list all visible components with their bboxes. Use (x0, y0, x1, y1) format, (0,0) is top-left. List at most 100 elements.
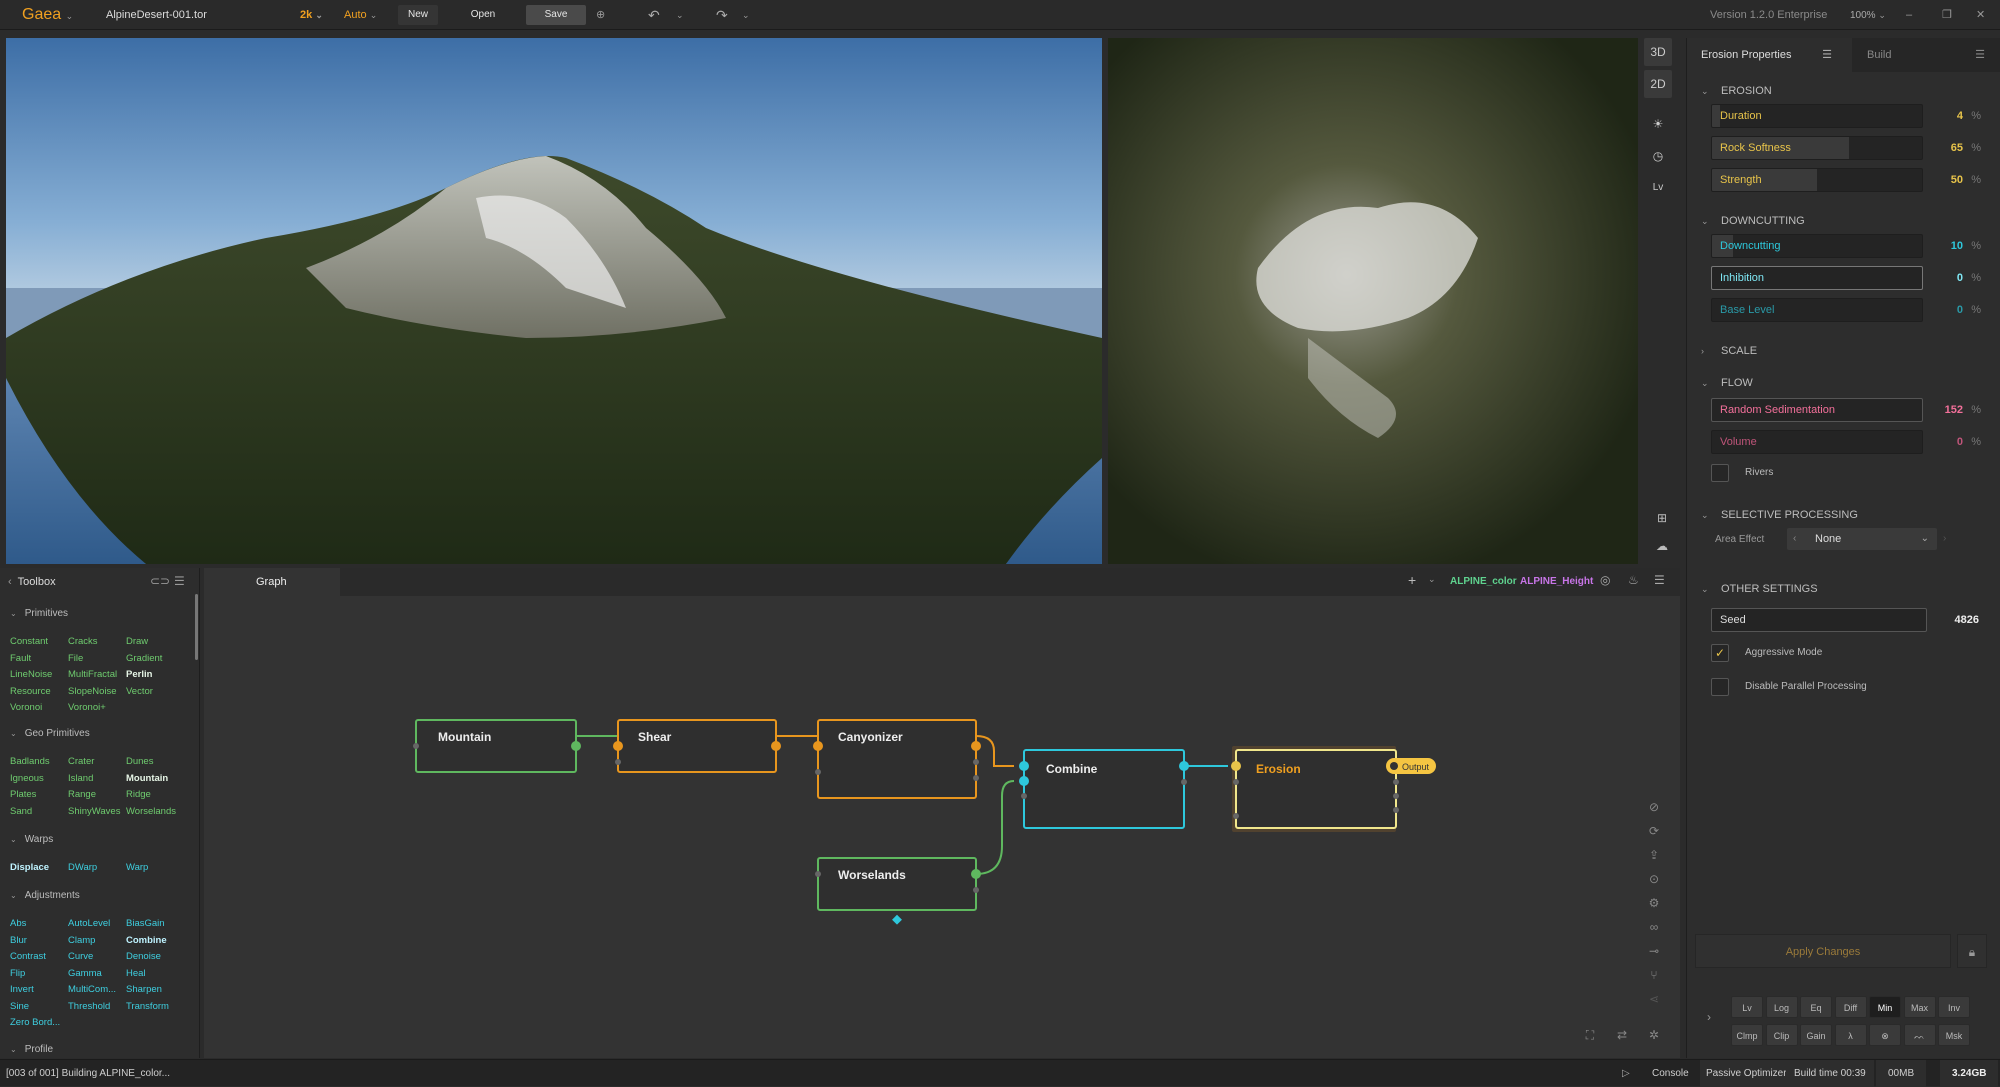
sync-icon[interactable]: ⇄ (1612, 1028, 1632, 1042)
toolbox-item-denoise[interactable]: Denoise (126, 951, 161, 962)
toolbox-item-threshold[interactable]: Threshold (68, 1001, 110, 1012)
toolbox-item-curve[interactable]: Curve (68, 951, 93, 962)
lock-icon[interactable]: 🔒︎ (1957, 934, 1987, 968)
toolbox-item-transform[interactable]: Transform (126, 1001, 169, 1012)
display-mode-icon[interactable]: ⊗ (1869, 1024, 1901, 1046)
toolbox-header[interactable]: ‹ Toolbox (8, 576, 56, 588)
viewport-2d[interactable] (1108, 38, 1638, 564)
display-clmp-button[interactable]: Clmp (1731, 1024, 1763, 1046)
menu-icon[interactable]: ☰ (1975, 38, 1985, 72)
param-value[interactable]: 4 (1957, 104, 1963, 128)
node-canyonizer[interactable]: Canyonizer (813, 719, 981, 799)
export-icon[interactable]: ⇪ (1644, 848, 1664, 862)
display-max-button[interactable]: Max (1903, 996, 1936, 1018)
grid-icon[interactable]: ⊞ (1648, 504, 1676, 532)
toolbox-item-igneous[interactable]: Igneous (10, 773, 44, 784)
toolbox-item-crater[interactable]: Crater (68, 756, 94, 767)
save-button[interactable]: Save (526, 5, 586, 25)
category-adjustments[interactable]: ⌄ Adjustments (10, 890, 80, 901)
toolbox-item-blur[interactable]: Blur (10, 935, 27, 946)
toolbox-item-dunes[interactable]: Dunes (126, 756, 153, 767)
tab-graph[interactable]: Graph (204, 568, 340, 596)
param-value[interactable]: 65 (1951, 136, 1963, 160)
redo-history-icon[interactable]: ⌄ (742, 0, 750, 30)
play-icon[interactable]: ▷ (1622, 1060, 1630, 1087)
node-mountain[interactable]: Mountain (413, 719, 581, 773)
output-height-tag[interactable]: ALPINE_Height (1520, 576, 1593, 587)
layout-icon[interactable]: ✲ (1644, 1028, 1664, 1042)
category-geo-primitives[interactable]: ⌄ Geo Primitives (10, 728, 90, 739)
chevron-down-icon[interactable]: ⌄ (1428, 574, 1436, 585)
toolbox-item-shinywaves[interactable]: ShinyWaves (68, 806, 120, 817)
toolbox-item-worselands[interactable]: Worselands (126, 806, 176, 817)
param-value[interactable]: 0 (1957, 266, 1963, 290)
toolbox-item-plates[interactable]: Plates (10, 789, 36, 800)
param-downcutting[interactable]: Downcutting 10% (1711, 234, 1981, 258)
zoom-select[interactable]: 100% ⌄ (1850, 0, 1886, 30)
toolbox-item-sharpen[interactable]: Sharpen (126, 984, 162, 995)
param-value[interactable]: 0 (1957, 298, 1963, 322)
toolbox-item-biasgain[interactable]: BiasGain (126, 918, 165, 929)
toolbox-item-combine[interactable]: Combine (126, 935, 167, 946)
viewport-3d[interactable] (6, 38, 1102, 564)
next-icon[interactable]: › (1943, 528, 1946, 550)
tab-build[interactable]: Build ☰ (1855, 38, 1985, 72)
toolbox-item-vector[interactable]: Vector (126, 686, 153, 697)
undo-icon[interactable]: ↶ (648, 0, 660, 30)
toolbox-item-clamp[interactable]: Clamp (68, 935, 95, 946)
toolbox-item-perlin[interactable]: Perlin (126, 669, 152, 680)
toolbox-item-contrast[interactable]: Contrast (10, 951, 46, 962)
disable-parallel-checkbox[interactable] (1711, 678, 1729, 696)
console-button[interactable]: Console (1652, 1060, 1689, 1087)
param-seed[interactable]: Seed 4826 (1711, 608, 1981, 632)
disable-icon[interactable]: ⊘ (1644, 800, 1664, 814)
toolbox-item-warp[interactable]: Warp (126, 862, 148, 873)
toolbox-item-zero-bord-[interactable]: Zero Bord... (10, 1017, 60, 1028)
toolbox-item-multifractal[interactable]: MultiFractal (68, 669, 117, 680)
area-effect-dropdown[interactable]: ‹ None ⌄ (1787, 528, 1937, 550)
param-rock-softness[interactable]: Rock Softness 65% (1711, 136, 1981, 160)
category-profile[interactable]: ⌄ Profile (10, 1044, 53, 1055)
toolbox-item-sine[interactable]: Sine (10, 1001, 29, 1012)
passive-optimizer-button[interactable]: Passive Optimizer (1700, 1060, 1793, 1087)
display-mode-icon[interactable]: ᨓ (1903, 1024, 1936, 1046)
tab-erosion-properties[interactable]: Erosion Properties ☰ (1687, 38, 1852, 72)
display-min-button[interactable]: Min (1869, 996, 1901, 1018)
chevron-right-icon[interactable]: › (1707, 1010, 1711, 1024)
param-base-level[interactable]: Base Level 0% (1711, 298, 1981, 322)
section-scale[interactable]: › SCALE (1687, 338, 2000, 364)
apply-changes-button[interactable]: Apply Changes (1695, 934, 1951, 968)
display-eq-button[interactable]: Eq (1800, 996, 1832, 1018)
rivers-checkbox[interactable] (1711, 464, 1729, 482)
display-lv-button[interactable]: Lv (1731, 996, 1763, 1018)
param-random-sedimentation[interactable]: Random Sedimentation 152% (1711, 398, 1981, 422)
node-shear[interactable]: Shear (613, 719, 781, 773)
display-diff-button[interactable]: Diff (1834, 996, 1867, 1018)
toolbox-item-resource[interactable]: Resource (10, 686, 51, 697)
cloud-icon[interactable]: ☁ (1648, 532, 1676, 560)
param-value[interactable]: 152 (1945, 398, 1963, 422)
toolbox-item-invert[interactable]: Invert (10, 984, 34, 995)
section-erosion[interactable]: ⌄ EROSION (1687, 78, 2000, 104)
section-other-settings[interactable]: ⌄ OTHER SETTINGS (1687, 576, 2000, 602)
mode-select[interactable]: Auto ⌄ (344, 0, 377, 30)
menu-icon[interactable]: ☰ (1654, 573, 1665, 587)
display-gain-button[interactable]: Gain (1800, 1024, 1832, 1046)
close-icon[interactable]: ✕ (1976, 0, 1985, 30)
toolbox-item-abs[interactable]: Abs (10, 918, 26, 929)
disable-parallel-row[interactable]: Disable Parallel Processing (1711, 676, 1981, 700)
category-primitives[interactable]: ⌄ Primitives (10, 608, 68, 619)
toolbox-item-linenoise[interactable]: LineNoise (10, 669, 52, 680)
toolbox-item-dwarp[interactable]: DWarp (68, 862, 97, 873)
node-erosion[interactable]: Erosion Output (1231, 746, 1436, 832)
display-mode-icon[interactable]: λ (1834, 1024, 1867, 1046)
new-button[interactable]: New (398, 5, 438, 25)
prev-icon[interactable]: ‹ (1793, 528, 1796, 550)
redo-icon[interactable]: ↷ (716, 0, 728, 30)
resolution-select[interactable]: 2k ⌄ (300, 0, 323, 30)
branch-icon[interactable]: ⑂ (1644, 968, 1664, 982)
toolbox-item-ridge[interactable]: Ridge (126, 789, 151, 800)
param-duration[interactable]: Duration 4% (1711, 104, 1981, 128)
toolbox-item-multicom-[interactable]: MultiCom... (68, 984, 116, 995)
output-color-tag[interactable]: ALPINE_color (1450, 576, 1517, 587)
